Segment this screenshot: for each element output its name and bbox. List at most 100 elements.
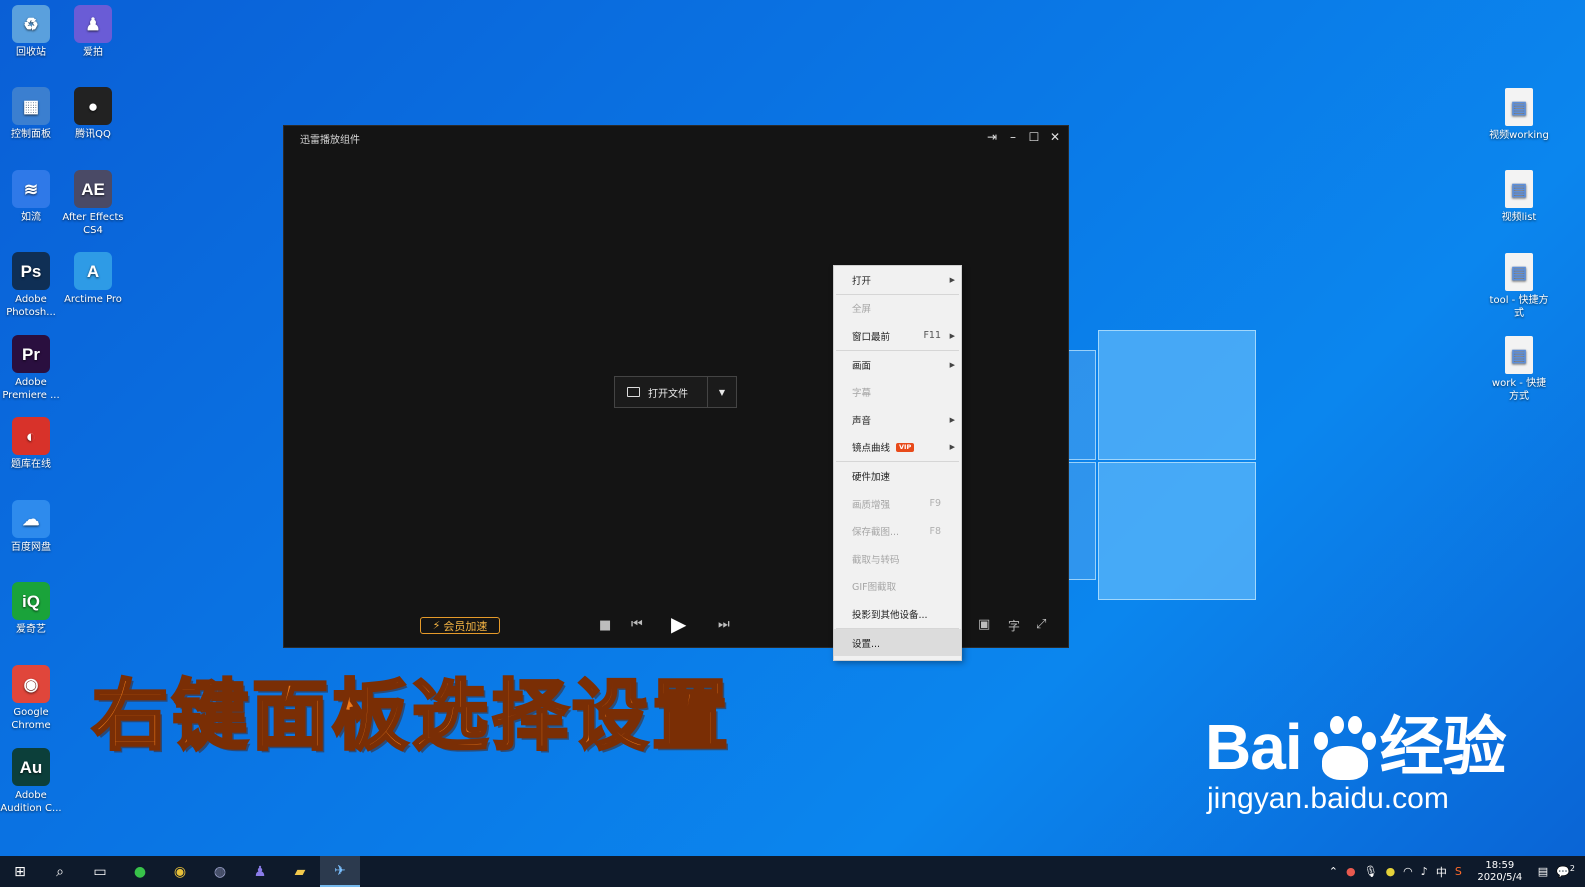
taskbar-app-360[interactable]: ●	[120, 856, 160, 887]
baidu-paw-icon	[1306, 712, 1376, 782]
desktop-icon[interactable]: ♻ 回收站	[0, 5, 62, 59]
microphone-icon[interactable]: 🎙	[1364, 865, 1378, 878]
context-menu-item[interactable]: GIF图截取	[834, 573, 961, 601]
context-menu-item-label: 声音	[852, 415, 872, 427]
context-menu-item[interactable]: 全屏	[834, 295, 961, 323]
taskbar-app-php[interactable]: ◍	[200, 856, 240, 887]
minimize-icon[interactable]: –	[1006, 130, 1020, 144]
desktop-icon[interactable]: Au Adobe Audition C...	[0, 748, 62, 815]
context-menu-item[interactable]: 设置...	[834, 628, 961, 657]
desktop-icon-label: work - 快捷方式	[1491, 378, 1547, 402]
fullscreen-icon[interactable]: ⤢	[1036, 617, 1046, 632]
notes-icon[interactable]: ▤	[1538, 865, 1548, 878]
desktop-icon[interactable]: ▤ 视频working	[1488, 88, 1550, 142]
xunlei-bird-icon: ✈	[334, 862, 346, 879]
context-menu-item[interactable]: 截取与转码	[834, 545, 961, 573]
taskbar-app-xunlei[interactable]: ✈	[320, 856, 360, 887]
task-view-button[interactable]: ▭	[80, 856, 120, 887]
tray-app2-icon[interactable]: ●	[1386, 865, 1396, 878]
context-menu-item-label: 字幕	[852, 388, 872, 400]
context-menu-item[interactable]: 声音 ▶	[834, 406, 961, 434]
context-menu-item[interactable]: 打开 ▶	[834, 266, 961, 294]
desktop-icon[interactable]: ▤ work - 快捷方式	[1488, 336, 1550, 403]
chevron-down-icon: ▼	[718, 387, 726, 397]
desktop-icon-label: Adobe Premiere ...	[2, 377, 60, 401]
desktop-icon-label: 爱奇艺	[16, 624, 46, 635]
context-menu-item[interactable]: 字幕	[834, 378, 961, 406]
task-view-icon: ▭	[93, 863, 107, 880]
action-center-icon[interactable]: 💬2	[1556, 864, 1575, 879]
desktop-icon[interactable]: ☁ 百度网盘	[0, 500, 62, 554]
context-menu-item-label: 窗口最前	[852, 331, 891, 343]
screen-mode-icon[interactable]: ▣	[978, 617, 990, 632]
file-shortcut-icon: ▤	[1505, 253, 1533, 291]
context-menu-shortcut: F8	[929, 525, 941, 537]
desktop-icon[interactable]: ▦ 控制面板	[0, 87, 62, 141]
desktop-icon[interactable]: ≋ 如流	[0, 170, 62, 224]
context-menu-item[interactable]: 投影到其他设备...	[834, 600, 961, 628]
taskbar-app-aipai[interactable]: ♟	[240, 856, 280, 887]
desktop-icon-label: Adobe Photosh...	[6, 294, 56, 318]
desktop-icon[interactable]: ◐ 题库在线	[0, 417, 62, 471]
start-button[interactable]: ⊞	[0, 856, 40, 887]
open-file-dropdown[interactable]: ▼	[707, 377, 736, 407]
context-menu-item[interactable]: 画面 ▶	[834, 351, 961, 379]
play-icon[interactable]: ▶	[671, 612, 686, 636]
context-menu-item-label: 投影到其他设备...	[852, 609, 928, 621]
wifi-icon[interactable]: ◠	[1403, 865, 1413, 878]
clock-date: 2020/5/4	[1477, 871, 1523, 883]
desktop-icon[interactable]: ◉ Google Chrome	[0, 665, 62, 732]
context-menu-item-label: GIF图截取	[852, 582, 897, 594]
desktop-icon[interactable]: ● 腾讯QQ	[62, 87, 124, 141]
desktop-icon[interactable]: Pr Adobe Premiere ...	[0, 335, 62, 402]
taskbar-app-explorer[interactable]: ▰	[280, 856, 320, 887]
desktop-icon[interactable]: AE After Effects CS4	[62, 170, 124, 237]
ruliu-icon: ≋	[12, 170, 50, 208]
file-shortcut-icon: ▤	[1505, 170, 1533, 208]
previous-icon[interactable]: ⏮	[631, 617, 643, 632]
aipai-icon: ♟	[74, 5, 112, 43]
taskbar-app-chrome[interactable]: ◉	[160, 856, 200, 887]
desktop-icon[interactable]: ♟ 爱拍	[62, 5, 124, 59]
context-menu-item-label: 保存截图...	[852, 527, 900, 539]
player-title: 迅雷播放组件	[300, 134, 360, 146]
desktop-icon-label: After Effects CS4	[62, 212, 124, 236]
desktop-icon[interactable]: A Arctime Pro	[62, 252, 124, 306]
stop-icon[interactable]: ■	[599, 618, 611, 633]
context-menu-item[interactable]: 硬件加速	[834, 462, 961, 490]
desktop-icon[interactable]: ▤ 视频list	[1488, 170, 1550, 224]
player-title-bar[interactable]: 迅雷播放组件	[284, 126, 1068, 150]
desktop-icon[interactable]: Ps Adobe Photosh...	[0, 252, 62, 319]
context-menu-item[interactable]: 镜点曲线 VIP ▶	[834, 434, 961, 462]
360-browser-icon: ●	[133, 863, 147, 880]
tray-app-icon[interactable]: ●	[1346, 865, 1356, 878]
search-button[interactable]: ⌕	[40, 856, 80, 887]
vip-accel-button[interactable]: ⚡ 会员加速	[420, 617, 500, 634]
subtitle-button[interactable]: 字	[1008, 617, 1020, 634]
window-controls: ⇥ – ☐ ✕	[985, 130, 1062, 144]
vip-badge: VIP	[896, 442, 915, 452]
desktop-icon-label: 回收站	[16, 47, 46, 58]
context-menu-item[interactable]: 窗口最前 F11 ▶	[834, 322, 961, 350]
tray-chevron-up-icon[interactable]: ⌃	[1329, 865, 1338, 878]
next-icon[interactable]: ⏭	[718, 617, 730, 632]
submenu-arrow-icon: ▶	[949, 443, 955, 452]
close-icon[interactable]: ✕	[1048, 130, 1062, 144]
desktop-icon[interactable]: iQ 爱奇艺	[0, 582, 62, 636]
maximize-icon[interactable]: ☐	[1027, 130, 1041, 144]
clock[interactable]: 18:59 2020/5/4	[1470, 860, 1530, 884]
system-tray: ⌃ ● 🎙 ● ◠ ♪ 中 S 18:59 2020/5/4 ▤ 💬2	[1329, 856, 1585, 887]
volume-icon[interactable]: ♪	[1421, 865, 1428, 878]
control-panel-icon: ▦	[12, 87, 50, 125]
open-file-button[interactable]: 打开文件 ▼	[614, 376, 737, 408]
desktop-icon[interactable]: ▤ tool - 快捷方式	[1488, 253, 1550, 320]
windows-icon: ⊞	[14, 863, 26, 880]
context-menu-item[interactable]: 画质增强 F9	[834, 490, 961, 518]
arctime-icon: A	[74, 252, 112, 290]
desktop-icon-label: Google Chrome	[11, 707, 51, 731]
baidu-jingyan-watermark: Bai 经验 jingyan.baidu.com	[1205, 712, 1507, 816]
sogou-icon[interactable]: S	[1455, 865, 1462, 878]
ime-indicator[interactable]: 中	[1436, 864, 1447, 880]
pin-icon[interactable]: ⇥	[985, 130, 999, 144]
context-menu-item[interactable]: 保存截图... F8	[834, 517, 961, 545]
